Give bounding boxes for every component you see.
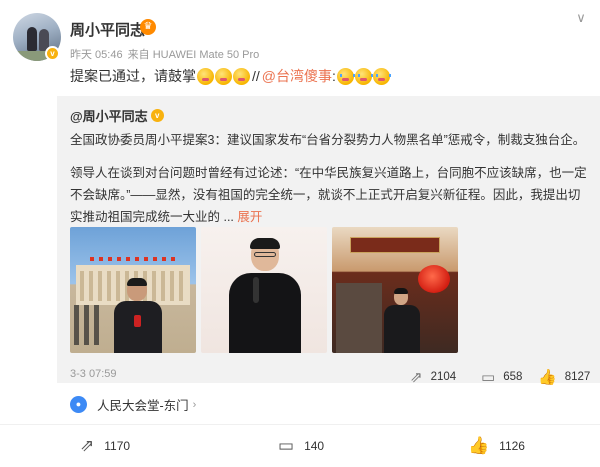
clap-emoji-icon [233, 67, 250, 85]
like-count: 1126 [499, 439, 525, 453]
post-text-main: 提案已通过，请鼓掌 [70, 68, 196, 84]
repost-icon: ⇗ [410, 369, 423, 386]
reposted-comments: 658 [503, 371, 523, 383]
reposted-date: 3-3 07:59 [70, 368, 117, 380]
reposted-author: @周小平同志 v [70, 106, 164, 125]
reposted-author-name[interactable]: @周小平同志 [70, 106, 148, 125]
verified-badge-icon: v [45, 46, 60, 61]
mention-colon: : [332, 68, 336, 84]
repost-count: 1170 [104, 439, 131, 453]
clap-emoji-icon [197, 67, 214, 85]
person-figure [382, 288, 422, 353]
chevron-down-icon[interactable]: ∨ [573, 10, 589, 26]
person-hair [394, 288, 408, 294]
reposted-likes: 8127 [564, 371, 591, 383]
door-decor [336, 283, 382, 353]
weibo-post: v 周小平同志 ♛ 昨天 05:46 来自 HUAWEI Mate 50 Pro… [0, 0, 600, 467]
photo-thumbnail[interactable] [70, 227, 196, 353]
comment-icon: ▭ [278, 436, 295, 455]
person-hair [250, 238, 280, 249]
flags-decor [90, 257, 180, 261]
avatar-figure [27, 27, 37, 51]
microphone-icon [134, 315, 141, 327]
thumbs-up-icon: 👍 [468, 436, 490, 455]
signboard-decor [350, 237, 440, 253]
comment-button[interactable]: ▭ 140 [278, 436, 324, 456]
author-name[interactable]: 周小平同志 [70, 19, 145, 40]
reposted-repost-count[interactable]: ⇗ 2104 [410, 368, 456, 386]
reposted-comment-count[interactable]: ▭ 658 [481, 368, 522, 386]
reposted-paragraph: 领导人在谈到对台问题时曾经有过论述：“在中华民族复兴道路上，台同胞不应该缺席，也… [70, 162, 590, 228]
glasses-decor [254, 252, 276, 257]
verified-badge-icon: v [150, 109, 164, 122]
person-figure [227, 238, 303, 353]
repost-button[interactable]: ⇗ 1170 [80, 436, 130, 456]
like-button[interactable]: 👍 1126 [468, 436, 525, 456]
comment-count: 140 [304, 439, 325, 453]
photo-thumbnail[interactable] [201, 227, 327, 353]
lantern-decor [418, 265, 450, 293]
reposted-reposts: 2104 [430, 371, 457, 383]
person-body [229, 273, 301, 353]
vip-crown-icon: ♛ [140, 19, 156, 35]
photo-thumbnail[interactable] [332, 227, 458, 353]
clap-emoji-icon [215, 67, 232, 85]
repost-separator: // [252, 68, 260, 84]
expand-link[interactable]: 展开 [237, 210, 262, 224]
post-text: 提案已通过，请鼓掌 // @台湾傻事 : [70, 66, 391, 86]
location-pin-icon: ● [70, 396, 87, 413]
person-hair [127, 278, 147, 286]
crowd-decor [74, 305, 104, 345]
thumbs-up-icon: 👍 [538, 369, 557, 386]
repost-icon: ⇗ [80, 436, 95, 455]
reposted-card[interactable]: @周小平同志 v 全国政协委员周小平提案3：建议国家发布“台省分裂势力人物黑名单… [57, 96, 600, 386]
person-body [384, 305, 420, 353]
person-figure [112, 278, 164, 353]
reposted-headline: 全国政协委员周小平提案3：建议国家发布“台省分裂势力人物黑名单”惩戒令，制裁支独… [70, 133, 586, 147]
crying-emoji-icon [372, 67, 391, 85]
divider [0, 424, 600, 425]
post-source: 来自 HUAWEI Mate 50 Pro [127, 49, 260, 61]
mention-link[interactable]: @台湾傻事 [262, 66, 332, 86]
person-body [114, 301, 162, 353]
reposted-paragraph-text: 领导人在谈到对台问题时曾经有过论述：“在中华民族复兴道路上，台同胞不应该缺席，也… [70, 166, 587, 224]
comment-icon: ▭ [481, 369, 496, 386]
crying-emoji-icon [354, 67, 373, 85]
crying-emoji-icon [336, 67, 355, 85]
location-name: 人民大会堂-东门 [97, 399, 189, 413]
chevron-right-icon: › [192, 398, 197, 411]
post-meta: 昨天 05:46 来自 HUAWEI Mate 50 Pro [70, 46, 261, 62]
reposted-like-count[interactable]: 👍 8127 [538, 368, 590, 386]
location-tag[interactable]: ● 人民大会堂-东门 › [70, 395, 196, 414]
post-time[interactable]: 昨天 05:46 [70, 49, 123, 61]
microphone-icon [253, 277, 259, 303]
